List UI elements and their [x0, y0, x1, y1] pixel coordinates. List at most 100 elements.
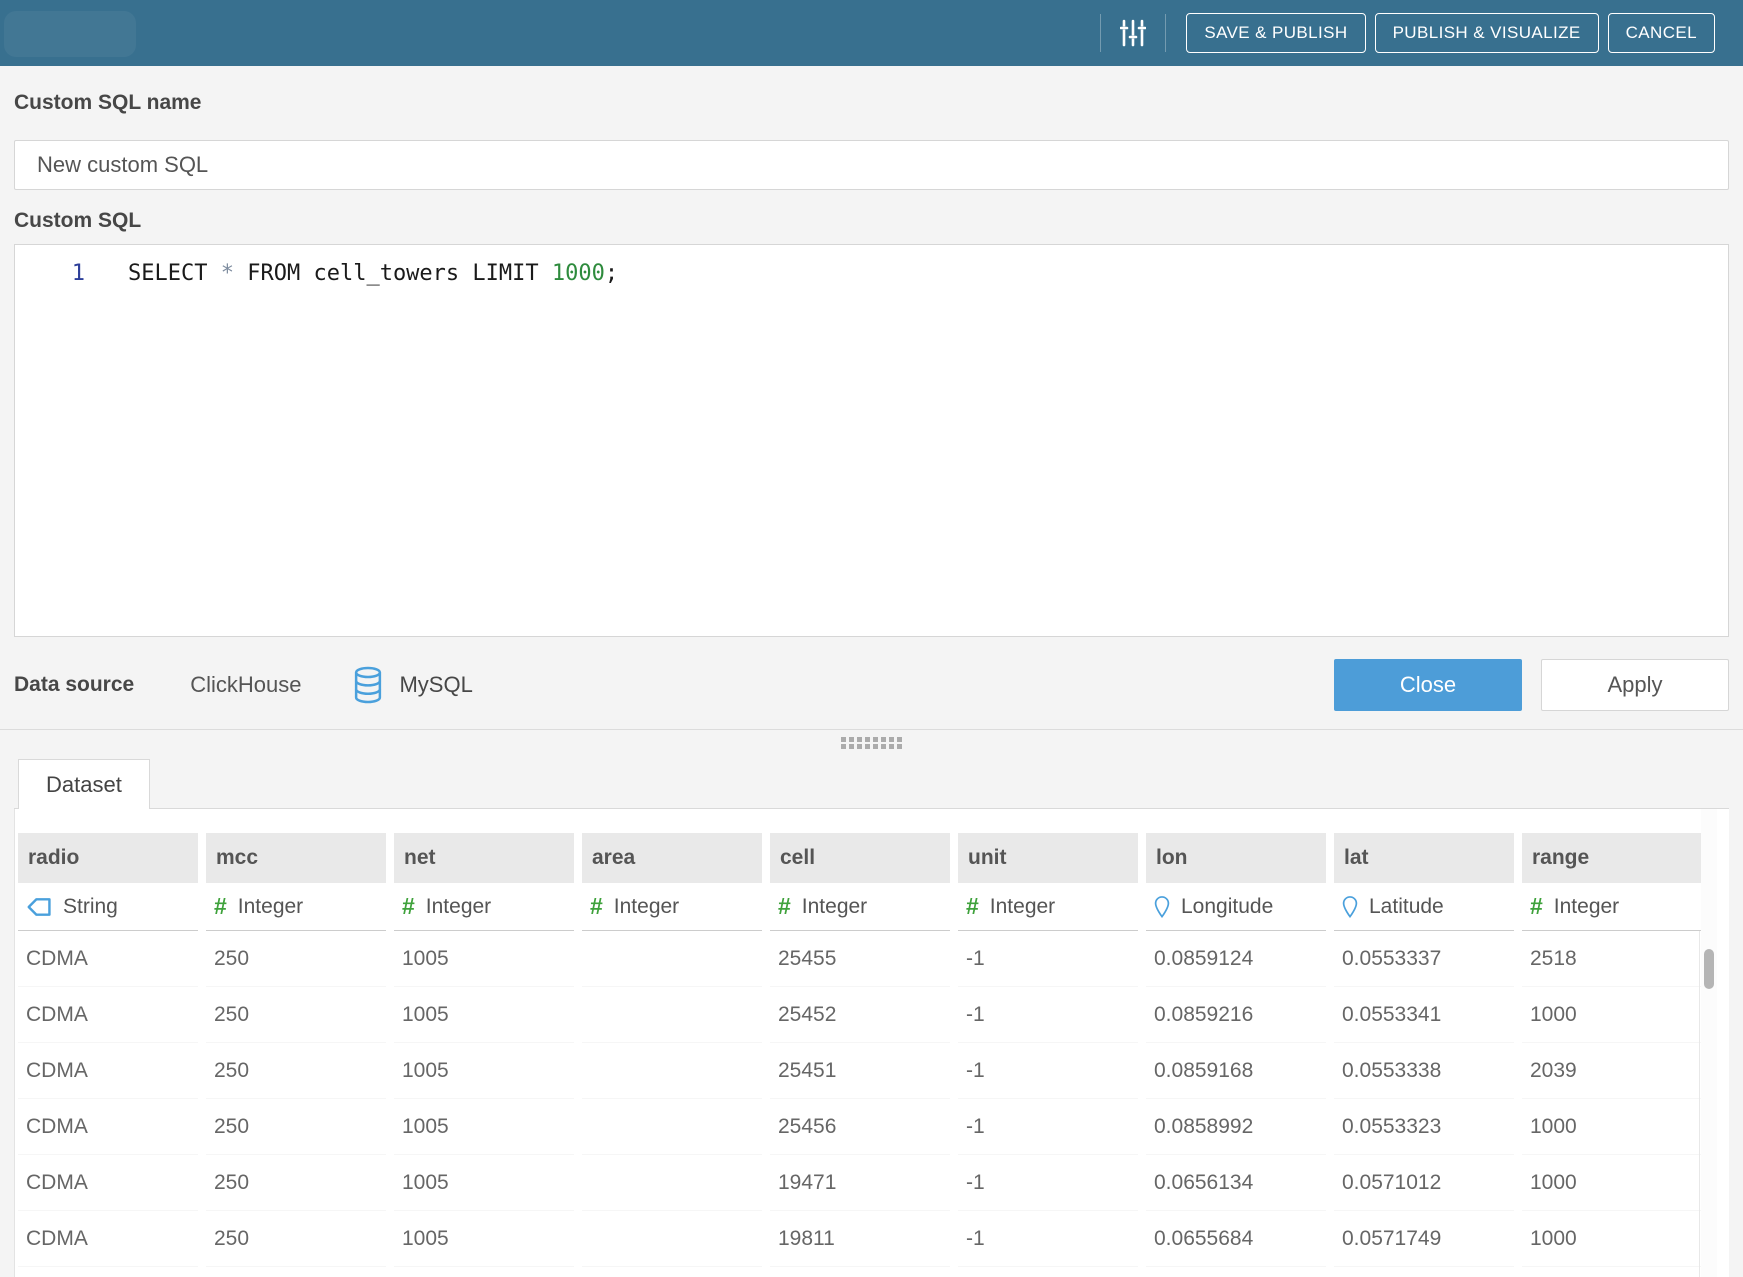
table-cell-lon: 0.0859216 [1146, 987, 1326, 1043]
close-button[interactable]: Close [1334, 659, 1522, 711]
datasource-clickhouse[interactable]: ClickHouse [190, 672, 301, 698]
datasource-mysql[interactable]: MySQL [399, 672, 472, 698]
custom-sql-name-input[interactable] [14, 140, 1729, 190]
table-cell-mcc: 250 [206, 1043, 386, 1099]
publish-and-visualize-button[interactable]: PUBLISH & VISUALIZE [1375, 13, 1599, 53]
table-cell-mcc: 250 [206, 931, 386, 987]
table-cell-unit: -1 [958, 1043, 1138, 1099]
column-header-unit[interactable]: unit [958, 833, 1138, 883]
column-header-lon[interactable]: lon [1146, 833, 1326, 883]
table-cell-lat: 0.0553323 [1334, 1099, 1514, 1155]
column-type-label: Integer [426, 895, 491, 919]
dataset-tab-bar: Dataset [14, 759, 1729, 809]
table-cell-area [582, 931, 762, 987]
column-type-label: String [63, 895, 118, 919]
column-type-lon[interactable]: Longitude [1146, 883, 1326, 931]
table-body: CDMA250100525455-10.08591240.05533372518… [15, 931, 1729, 1267]
sql-token: cell_towers [313, 261, 459, 286]
integer-icon: # [778, 895, 791, 918]
table-cell-radio: CDMA [18, 1043, 198, 1099]
toolbar-divider [1165, 14, 1166, 52]
table-cell-unit: -1 [958, 1155, 1138, 1211]
column-type-label: Integer [614, 895, 679, 919]
table-cell-lon: 0.0656134 [1146, 1155, 1326, 1211]
table-cell-lat: 0.0553337 [1334, 931, 1514, 987]
table-cell-area [582, 1099, 762, 1155]
column-type-label: Latitude [1369, 895, 1444, 919]
custom-sql-label: Custom SQL [14, 208, 1729, 234]
column-header-cell[interactable]: cell [770, 833, 950, 883]
table-row: CDMA250100519811-10.06556840.05717491000 [15, 1211, 1729, 1267]
column-header-net[interactable]: net [394, 833, 574, 883]
table-scrollbar[interactable] [1701, 809, 1717, 1277]
table-cell-net: 1005 [394, 987, 574, 1043]
table-type-row: String # Integer # Integer # Integer # Integer # I… [15, 883, 1729, 931]
column-type-mcc[interactable]: # Integer [206, 883, 386, 931]
column-type-cell[interactable]: # Integer [770, 883, 950, 931]
table-cell-lon: 0.0859124 [1146, 931, 1326, 987]
column-type-area[interactable]: #Integer [582, 883, 762, 931]
scrollbar-thumb[interactable] [1704, 949, 1714, 989]
table-cell-net: 1005 [394, 1099, 574, 1155]
column-header-range[interactable]: range [1522, 833, 1702, 883]
column-header-area[interactable]: area [582, 833, 762, 883]
table-cell-range: 1000 [1522, 1099, 1702, 1155]
integer-icon: # [1530, 895, 1543, 918]
apply-button[interactable]: Apply [1541, 659, 1729, 711]
table-cell-area [582, 1043, 762, 1099]
latitude-icon [1342, 895, 1358, 919]
integer-icon: # [402, 895, 415, 918]
column-header-mcc[interactable]: mcc [206, 833, 386, 883]
table-cell-radio: CDMA [18, 1155, 198, 1211]
top-toolbar: SAVE & PUBLISHPUBLISH & VISUALIZECANCEL [0, 0, 1743, 66]
toolbar-ghost-button [4, 11, 136, 57]
sql-code-line: SELECT * FROM cell_towers LIMIT 1000; [128, 261, 618, 286]
sql-token: LIMIT [472, 261, 538, 286]
custom-sql-name-label: Custom SQL name [14, 90, 1729, 116]
table-cell-net: 1005 [394, 1211, 574, 1267]
cancel-button[interactable]: CANCEL [1608, 13, 1715, 53]
column-type-lat[interactable]: Latitude [1334, 883, 1514, 931]
dataset-preview-table: radiomccnetareacellunitlonlatrange Strin… [14, 809, 1729, 1277]
table-cell-mcc: 250 [206, 987, 386, 1043]
table-cell-mcc: 250 [206, 1099, 386, 1155]
table-cell-lat: 0.0553338 [1334, 1043, 1514, 1099]
column-type-label: Integer [238, 895, 303, 919]
table-cell-range: 1000 [1522, 987, 1702, 1043]
table-cell-net: 1005 [394, 1043, 574, 1099]
table-cell-range: 1000 [1522, 1211, 1702, 1267]
table-cell-cell: 19471 [770, 1155, 950, 1211]
table-cell-lon: 0.0858992 [1146, 1099, 1326, 1155]
save-and-publish-button[interactable]: SAVE & PUBLISH [1186, 13, 1365, 53]
table-cell-cell: 19811 [770, 1211, 950, 1267]
sql-editor[interactable]: 1 SELECT * FROM cell_towers LIMIT 1000; [14, 244, 1729, 637]
column-type-label: Integer [802, 895, 867, 919]
editor-line-number: 1 [15, 261, 85, 286]
table-cell-range: 2039 [1522, 1043, 1702, 1099]
column-header-lat[interactable]: lat [1334, 833, 1514, 883]
data-source-label: Data source [14, 672, 134, 698]
table-cell-radio: CDMA [18, 1099, 198, 1155]
column-type-range[interactable]: # Integer [1522, 883, 1702, 931]
table-cell-cell: 25452 [770, 987, 950, 1043]
column-type-net[interactable]: # Integer [394, 883, 574, 931]
column-type-radio[interactable]: String [18, 883, 198, 931]
column-type-unit[interactable]: #Integer [958, 883, 1138, 931]
tab-dataset[interactable]: Dataset [18, 759, 150, 809]
split-drag-handle[interactable] [841, 737, 902, 749]
column-type-label: Integer [1554, 895, 1619, 919]
table-cell-cell: 25451 [770, 1043, 950, 1099]
table-cell-area [582, 987, 762, 1043]
table-cell-lat: 0.0571749 [1334, 1211, 1514, 1267]
data-source-row: Data source ClickHouse MySQL Close Apply [14, 659, 1729, 711]
table-cell-radio: CDMA [18, 931, 198, 987]
table-cell-unit: -1 [958, 931, 1138, 987]
column-header-radio[interactable]: radio [18, 833, 198, 883]
table-row: CDMA250100525455-10.08591240.05533372518 [15, 931, 1729, 987]
integer-icon: # [214, 895, 227, 918]
table-row: CDMA250100519471-10.06561340.05710121000 [15, 1155, 1729, 1211]
sliders-icon[interactable] [1101, 19, 1165, 47]
integer-icon: # [966, 895, 979, 918]
table-row: CDMA250100525456-10.08589920.05533231000 [15, 1099, 1729, 1155]
table-cell-lon: 0.0859168 [1146, 1043, 1326, 1099]
